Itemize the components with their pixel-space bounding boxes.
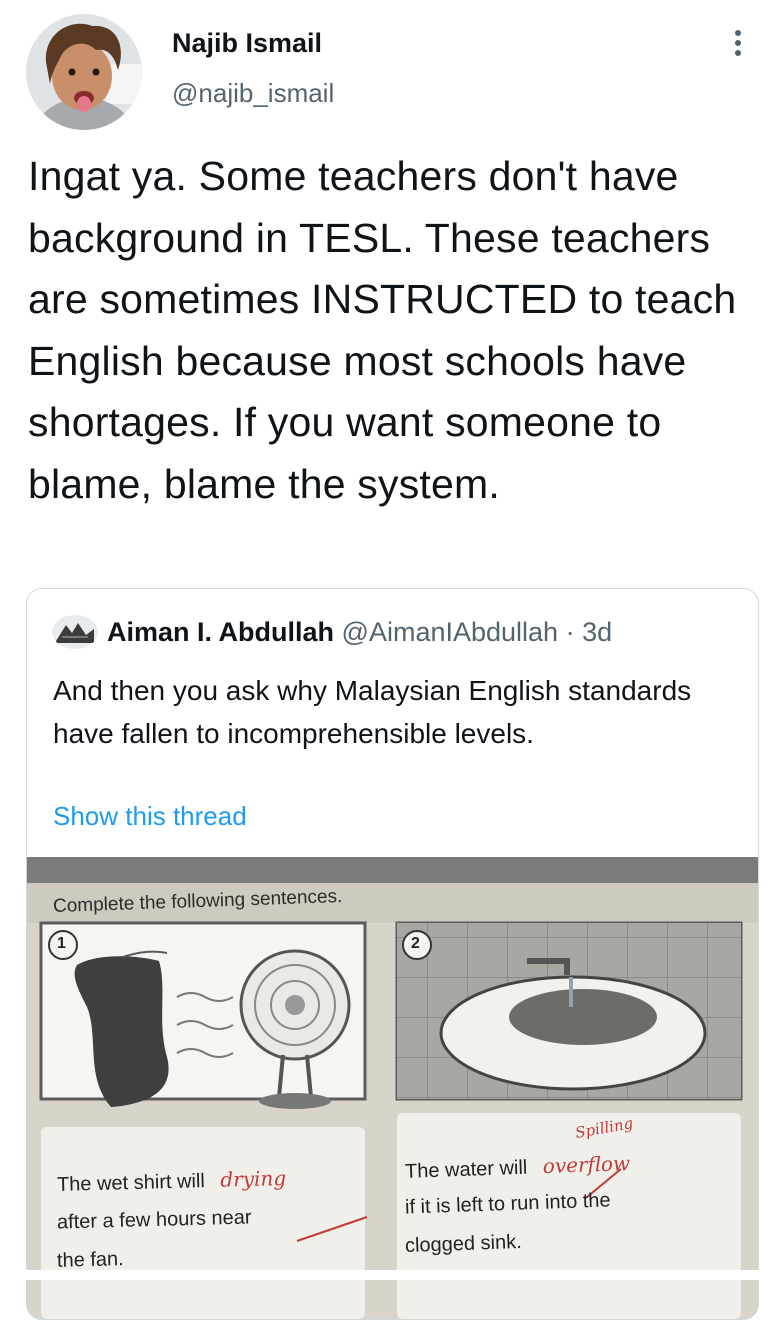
author-name[interactable]: Najib Ismail <box>172 28 322 59</box>
author-avatar[interactable] <box>26 14 142 130</box>
more-options-icon[interactable] <box>733 30 743 60</box>
quoted-tweet[interactable]: Aiman I. Abdullah @AimanIAbdullah · 3d A… <box>26 588 759 1320</box>
quoted-author-avatar[interactable] <box>52 615 98 649</box>
answer-2-handwritten: overflow <box>542 1151 631 1179</box>
tweet-text: Ingat ya. Some teachers don't have backg… <box>28 153 737 507</box>
show-thread-link[interactable]: Show this thread <box>53 801 247 832</box>
item-1-number: 1 <box>57 935 66 952</box>
quoted-text: And then you ask why Malaysian English s… <box>53 675 692 749</box>
item-2-number: 2 <box>411 935 420 952</box>
quoted-author-handle[interactable]: @AimanIAbdullah <box>342 617 559 647</box>
bottom-edge <box>0 1270 784 1280</box>
quoted-timestamp[interactable]: · 3d <box>566 617 613 647</box>
sentence-1-start: The wet shirt will <box>56 1170 206 1196</box>
answer-1-handwritten: drying <box>220 1166 287 1192</box>
author-handle[interactable]: @najib_ismail <box>172 78 334 109</box>
quoted-author-name[interactable]: Aiman I. Abdullah <box>107 617 334 647</box>
quoted-header: Aiman I. Abdullah @AimanIAbdullah · 3d <box>107 617 612 648</box>
sentence-2-start: The water will <box>404 1156 528 1183</box>
worksheet-photo[interactable]: Complete the following sentences. 1 2 Th… <box>27 857 758 1319</box>
sentence-2-line-3: clogged sink. <box>404 1230 523 1258</box>
